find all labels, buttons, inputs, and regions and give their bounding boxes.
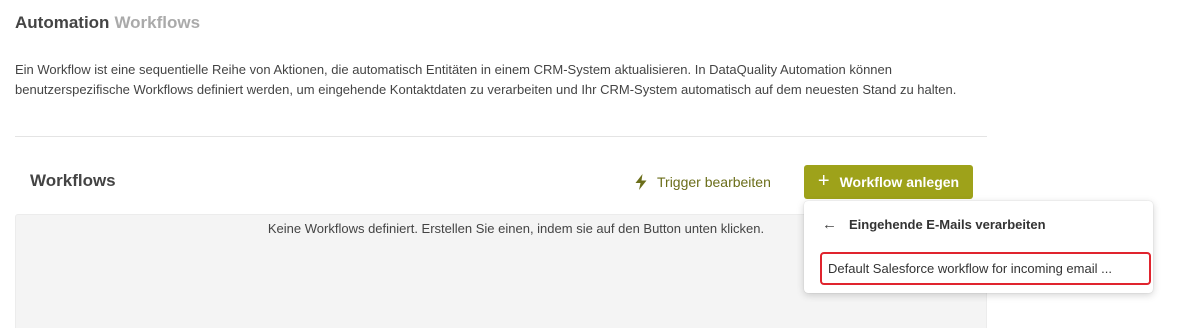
- workflow-dropdown-menu: ← Eingehende E-Mails verarbeiten Default…: [804, 201, 1153, 293]
- create-workflow-label: Workflow anlegen: [839, 174, 960, 190]
- edit-trigger-button[interactable]: Trigger bearbeiten: [630, 168, 775, 196]
- arrow-left-icon[interactable]: ←: [822, 216, 837, 233]
- page-description: Ein Workflow ist eine sequentielle Reihe…: [15, 62, 957, 97]
- dropdown-item-default-salesforce-workflow[interactable]: Default Salesforce workflow for incoming…: [820, 252, 1151, 285]
- breadcrumb: Automation Workflows: [15, 13, 200, 33]
- dropdown-header-label: Eingehende E-Mails verarbeiten: [849, 217, 1046, 232]
- page: Automation Workflows Ein Workflow ist ei…: [0, 0, 1179, 328]
- breadcrumb-current: Workflows: [114, 13, 201, 32]
- divider: [15, 136, 987, 137]
- breadcrumb-root[interactable]: Automation: [15, 13, 109, 33]
- plus-icon: +: [817, 170, 830, 192]
- lightning-icon: [634, 174, 648, 190]
- section-title: Workflows: [30, 171, 116, 190]
- create-workflow-button[interactable]: + Workflow anlegen: [804, 165, 973, 199]
- edit-trigger-label: Trigger bearbeiten: [657, 174, 771, 190]
- dropdown-header: ← Eingehende E-Mails verarbeiten: [822, 216, 1046, 233]
